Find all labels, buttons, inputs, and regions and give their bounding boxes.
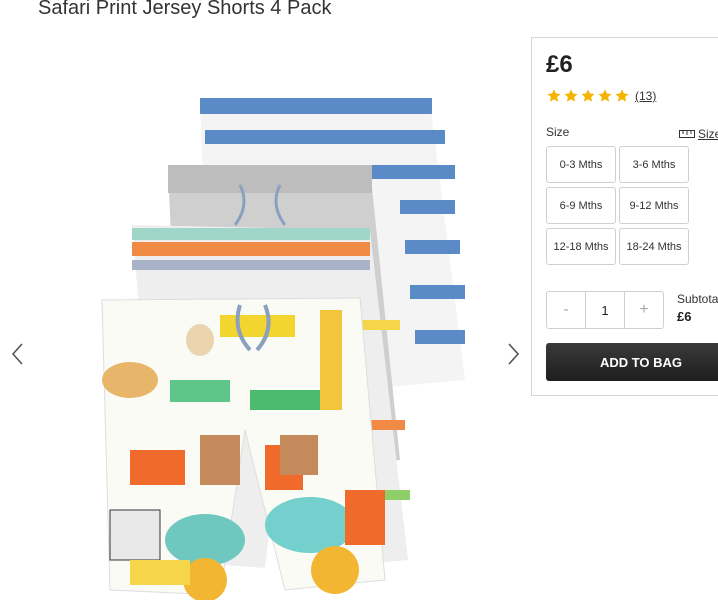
chevron-right-icon [508,343,520,365]
ruler-icon [679,130,695,138]
rating-stars [546,88,630,104]
star-icon [547,89,561,102]
size-option[interactable]: 6-9 Mths [546,187,616,224]
size-guide-label[interactable]: Size [698,127,718,141]
star-icon [598,89,612,102]
quantity-decrease-button[interactable]: - [547,292,585,328]
gallery-next-button[interactable] [503,340,523,368]
add-to-bag-button[interactable]: ADD TO BAG [546,343,718,381]
product-price: £6 [546,51,573,78]
gallery-prev-button[interactable] [8,340,28,368]
product-rating[interactable]: (13) [546,88,656,104]
product-image [101,98,465,600]
rating-count[interactable]: (13) [635,89,656,103]
subtotal-value: £6 [677,309,692,324]
size-option[interactable]: 18-24 Mths [619,228,689,265]
star-icon [564,89,578,102]
size-option[interactable]: 12-18 Mths [546,228,616,265]
size-option[interactable]: 0-3 Mths [546,146,616,183]
product-title: Safari Print Jersey Shorts 4 Pack [38,0,332,19]
quantity-increase-button[interactable]: + [625,292,663,328]
chevron-left-icon [11,343,23,365]
size-option[interactable]: 9-12 Mths [619,187,689,224]
product-gallery [0,40,530,608]
subtotal-label: Subtotal [677,292,718,306]
star-icon [581,89,595,102]
quantity-stepper: - 1 + [546,291,664,329]
size-label: Size [546,125,570,139]
quantity-input[interactable]: 1 [585,292,625,328]
size-options: 0-3 Mths 3-6 Mths 6-9 Mths 9-12 Mths 12-… [546,146,689,265]
star-icon [615,89,629,102]
size-option[interactable]: 3-6 Mths [619,146,689,183]
size-guide-link[interactable]: Size [679,127,718,141]
purchase-panel: £6 (13) Size Size 0-3 Mths 3-6 Mths 6-9 … [531,37,718,396]
